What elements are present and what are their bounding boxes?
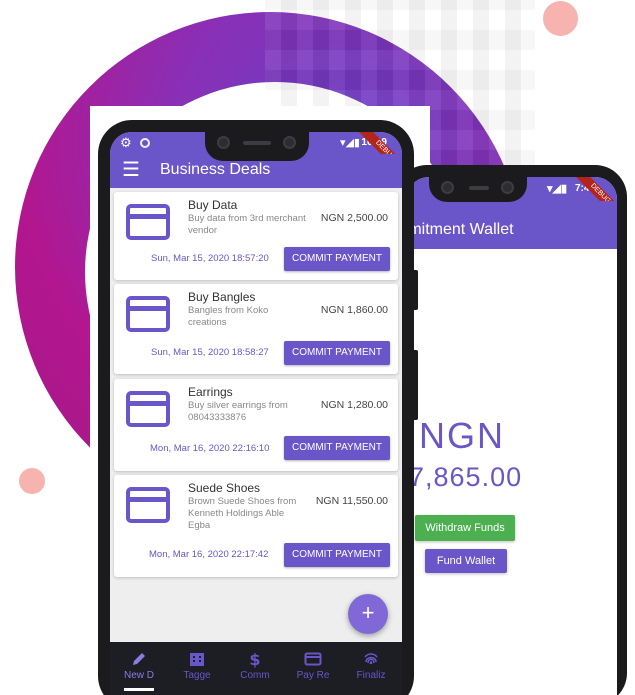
bottom-navigation: New D Tagge $ Comm Pay Re Finaliz (110, 642, 402, 695)
signal-wifi-battery-icon: ▾◢▮ (547, 183, 568, 195)
fund-wallet-button[interactable]: Fund Wallet (425, 549, 507, 573)
deal-description: Buy silver earrings from 08043333876 (188, 400, 288, 423)
nav-item-committed[interactable]: $ Comm (226, 642, 284, 695)
active-tab-indicator (124, 688, 154, 691)
deal-description: Buy data from 3rd merchant vendor (188, 213, 306, 236)
deal-card[interactable]: Buy Data Buy data from 3rd merchant vend… (114, 192, 398, 280)
add-deal-button[interactable]: + (348, 594, 388, 634)
phone-notch (429, 170, 527, 202)
fingerprint-icon (364, 653, 378, 665)
page-title: Business Deals (160, 161, 271, 178)
phone-notch (205, 125, 309, 161)
volume-button (414, 270, 418, 310)
deal-title: Earrings (188, 385, 233, 399)
camera-icon (501, 181, 514, 194)
credit-card-icon (304, 652, 322, 666)
credit-card-icon (126, 204, 170, 240)
nav-label: Finaliz (356, 670, 386, 681)
signal-wifi-battery-icon: ▾◢▮ (339, 137, 360, 149)
withdraw-funds-button[interactable]: Withdraw Funds (415, 515, 515, 541)
deal-amount: NGN 1,280.00 (320, 399, 388, 411)
camera-icon (217, 136, 230, 149)
svg-text:$: $ (249, 650, 260, 668)
nav-item-tagged[interactable]: Tagge (168, 642, 226, 695)
gear-icon: ⚙ (120, 135, 132, 150)
deal-title: Suede Shoes (188, 481, 261, 495)
deal-title: Buy Data (188, 198, 238, 212)
decorative-dot (19, 468, 45, 494)
deal-date: Sun, Mar 15, 2020 18:57:20 (151, 253, 269, 264)
commit-payment-button[interactable]: COMMIT PAYMENT (284, 543, 390, 567)
commit-payment-button[interactable]: COMMIT PAYMENT (284, 247, 390, 271)
deals-screen: ⚙ ▾◢▮ 10:19 DEBUG ☰ Business Deals Buy D… (110, 132, 402, 695)
hamburger-menu-icon[interactable]: ☰ (122, 157, 140, 182)
deal-date: Mon, Mar 16, 2020 22:17:42 (149, 549, 269, 560)
deal-description: Bangles from Koko creations (188, 305, 269, 328)
pencil-icon (133, 653, 145, 665)
decorative-dot (543, 1, 578, 36)
credit-card-icon (126, 391, 170, 427)
building-icon (190, 653, 204, 666)
commit-payment-button[interactable]: COMMIT PAYMENT (284, 341, 390, 365)
credit-card-icon (126, 487, 170, 523)
power-button (414, 350, 418, 420)
credit-card-icon (126, 296, 170, 332)
wallet-balance: 7,865.00 (409, 462, 523, 492)
app-bar: mmitment Wallet (407, 201, 617, 249)
deals-phone-frame: ⚙ ▾◢▮ 10:19 DEBUG ☰ Business Deals Buy D… (98, 120, 418, 695)
nav-label: Tagge (183, 670, 211, 681)
deal-amount: NGN 1,860.00 (320, 304, 388, 316)
deal-date: Mon, Mar 16, 2020 22:16:10 (150, 443, 270, 454)
speaker-grille (469, 186, 489, 190)
dollar-icon: $ (249, 650, 260, 668)
deal-title: Buy Bangles (188, 290, 256, 304)
nav-label: Pay Re (296, 670, 330, 681)
nav-item-pay-request[interactable]: Pay Re (284, 642, 342, 695)
deal-card[interactable]: Earrings Buy silver earrings from 080433… (114, 379, 398, 471)
wallet-currency: NGN (419, 415, 505, 456)
sync-icon (140, 138, 150, 148)
wallet-phone-frame: ▾◢▮ 7:40 DEBUG mmitment Wallet NGN 7,865… (395, 165, 627, 695)
nav-item-finalized[interactable]: Finaliz (342, 642, 400, 695)
deal-description: Brown Suede Shoes from Kenneth Holdings … (188, 496, 297, 531)
commit-payment-button[interactable]: COMMIT PAYMENT (284, 436, 390, 460)
camera-icon (283, 136, 296, 149)
deal-date: Sun, Mar 15, 2020 18:58:27 (151, 347, 269, 358)
page-title: mmitment Wallet (407, 221, 514, 238)
deal-amount: NGN 11,550.00 (315, 495, 388, 507)
deal-card[interactable]: Buy Bangles Bangles from Koko creations … (114, 284, 398, 374)
deal-amount: NGN 2,500.00 (320, 212, 388, 224)
nav-label: Comm (240, 670, 270, 681)
wallet-screen: ▾◢▮ 7:40 DEBUG mmitment Wallet NGN 7,865… (407, 177, 617, 695)
deal-card[interactable]: Suede Shoes Brown Suede Shoes from Kenne… (114, 475, 398, 577)
nav-item-new-deal[interactable]: New D (110, 642, 168, 695)
speaker-grille (243, 141, 271, 145)
camera-icon (441, 181, 454, 194)
nav-label: New D (123, 670, 154, 681)
